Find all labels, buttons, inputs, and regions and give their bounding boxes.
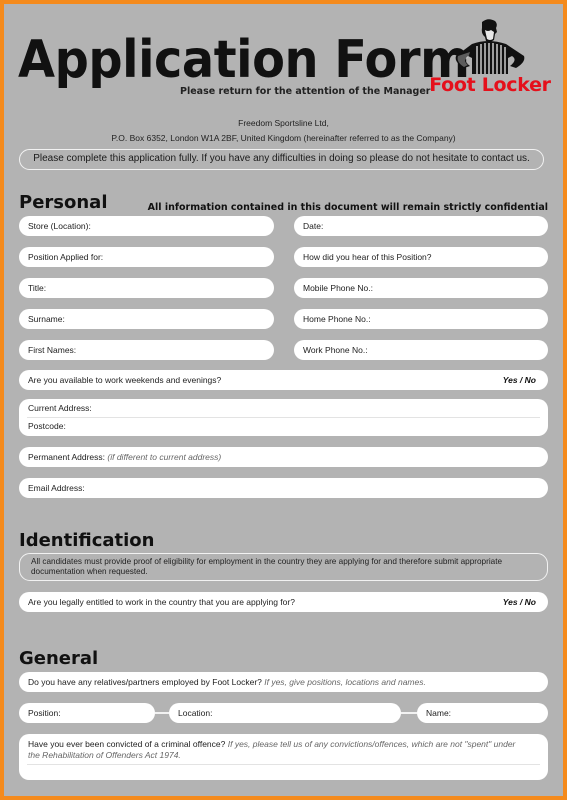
form-subtitle: Please return for the attention of the M… (180, 86, 431, 97)
title-field[interactable]: Title: (19, 278, 274, 298)
company-name: Freedom Sportsline Ltd, (238, 118, 329, 128)
criminal-offence-text: Have you ever been convicted of a crimin… (28, 739, 518, 761)
availability-question-field[interactable]: Are you available to work weekends and e… (19, 370, 548, 390)
field-connector (155, 712, 169, 714)
referee-icon (455, 19, 525, 74)
relatives-label: Do you have any relatives/partners emplo… (28, 677, 262, 687)
relative-position-field[interactable]: Position: (19, 703, 155, 723)
legal-entitlement-yes-no[interactable]: Yes / No (503, 592, 536, 612)
legal-entitlement-label: Are you legally entitled to work in the … (28, 597, 295, 607)
criminal-offence-label: Have you ever been convicted of a crimin… (28, 739, 226, 749)
home-phone-field[interactable]: Home Phone No.: (294, 309, 548, 329)
mobile-phone-field[interactable]: Mobile Phone No.: (294, 278, 548, 298)
permanent-address-field[interactable]: Permanent Address: (if different to curr… (19, 447, 548, 467)
current-address-field[interactable]: Current Address: Postcode: (19, 399, 548, 436)
surname-field[interactable]: Surname: (19, 309, 274, 329)
permanent-address-label: Permanent Address: (28, 452, 106, 462)
foot-locker-logo: Foot Locker (428, 18, 552, 98)
work-phone-field[interactable]: Work Phone No.: (294, 340, 548, 360)
section-heading-identification: Identification (19, 530, 155, 551)
relatives-hint: If yes, give positions, locations and na… (264, 677, 426, 687)
email-address-field[interactable]: Email Address: (19, 478, 548, 498)
relative-location-field[interactable]: Location: (169, 703, 401, 723)
relatives-question-field[interactable]: Do you have any relatives/partners emplo… (19, 672, 548, 692)
form-title: Application Form (18, 30, 470, 90)
criminal-offence-field[interactable]: Have you ever been convicted of a crimin… (19, 734, 548, 780)
logo-wordmark: Foot Locker (429, 74, 551, 96)
field-connector (401, 712, 417, 714)
answer-divider (27, 764, 540, 765)
eligibility-note: All candidates must provide proof of eli… (19, 553, 548, 581)
availability-yes-no[interactable]: Yes / No (503, 370, 536, 390)
application-form-page: Application Form Please return for the a… (4, 4, 563, 796)
first-names-field[interactable]: First Names: (19, 340, 274, 360)
heard-of-position-field[interactable]: How did you hear of this Position? (294, 247, 548, 267)
postcode-label: Postcode: (28, 421, 66, 431)
confidentiality-note: All information contained in this docume… (147, 202, 548, 213)
instructions-notice: Please complete this application fully. … (19, 149, 544, 170)
company-address: P.O. Box 6352, London W1A 2BF, United Ki… (111, 133, 456, 143)
legal-entitlement-field[interactable]: Are you legally entitled to work in the … (19, 592, 548, 612)
store-location-field[interactable]: Store (Location): (19, 216, 274, 236)
relative-name-field[interactable]: Name: (417, 703, 548, 723)
position-applied-field[interactable]: Position Applied for: (19, 247, 274, 267)
section-heading-general: General (19, 648, 99, 669)
address-divider (27, 417, 540, 418)
permanent-address-hint: (if different to current address) (107, 452, 222, 462)
date-field[interactable]: Date: (294, 216, 548, 236)
section-heading-personal: Personal (19, 192, 108, 213)
availability-label: Are you available to work weekends and e… (28, 375, 222, 385)
current-address-label: Current Address: (28, 403, 92, 413)
